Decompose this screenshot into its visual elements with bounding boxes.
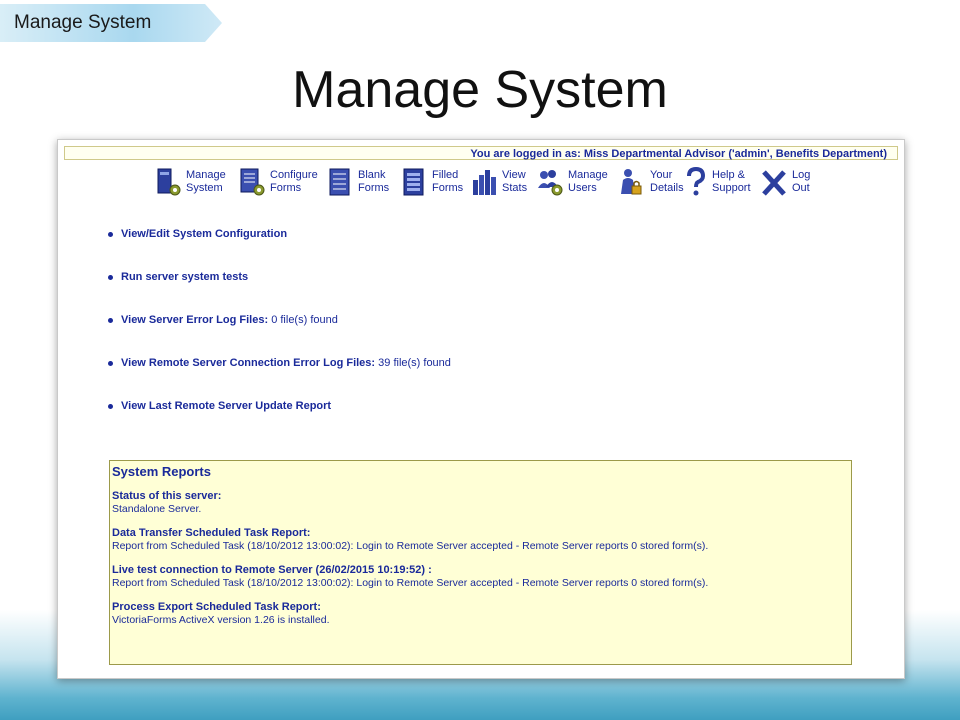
blank-forms-icon — [329, 168, 350, 196]
manage-users-icon — [538, 170, 563, 196]
configure-forms-icon — [240, 168, 265, 196]
toolbar-label-line1: Your — [650, 169, 673, 181]
filled-forms-icon — [403, 168, 424, 196]
x-logout-icon — [762, 170, 786, 196]
report-body: VictoriaForms ActiveX version 1.26 is in… — [112, 614, 330, 626]
link-extra: 0 file(s) found — [268, 314, 338, 326]
toolbar-label-line1: Filled — [432, 169, 459, 181]
user-lock-icon — [621, 169, 642, 195]
link-edit-system-configuration[interactable]: View/Edit System Configuration — [108, 228, 608, 244]
link-server-error-logs[interactable]: View Server Error Log Files: 0 file(s) f… — [108, 314, 608, 330]
report-heading: Live test connection to Remote Server (2… — [112, 564, 432, 576]
link-label: Run server system tests — [121, 271, 249, 283]
toolbar-label-line2: Forms — [270, 182, 302, 194]
stats-chart-icon — [473, 170, 496, 195]
toolbar-label-line2: System — [186, 182, 223, 194]
bullet — [108, 231, 113, 237]
report-heading: Status of this server: — [112, 490, 222, 502]
bullet — [108, 317, 113, 323]
toolbar-label-line2: Out — [792, 182, 810, 194]
toolbar-label-line1: Manage — [186, 169, 226, 181]
reports-title: System Reports — [112, 464, 211, 479]
breadcrumb-label: Manage System — [14, 12, 152, 33]
bullet — [108, 360, 113, 366]
toolbar-label-line2: Users — [568, 182, 597, 194]
toolbar-label-line1: Log — [792, 169, 811, 181]
report-body: Report from Scheduled Task (18/10/2012 1… — [112, 577, 709, 589]
toolbar-label-line2: Stats — [502, 182, 528, 194]
slide-title: Manage System — [292, 61, 668, 119]
bullet — [108, 403, 113, 409]
link-label: View/Edit System Configuration — [121, 228, 288, 240]
report-heading: Process Export Scheduled Task Report: — [112, 601, 321, 613]
app-screenshot: You are logged in as: Miss Departmental … — [57, 139, 905, 679]
link-run-server-tests[interactable]: Run server system tests — [108, 271, 608, 287]
toolbar-label-line2: Forms — [358, 182, 390, 194]
toolbar-label-line1: View — [502, 169, 526, 181]
toolbar-label-line1: Manage — [568, 169, 608, 181]
breadcrumb: Manage System — [0, 4, 222, 42]
report-body: Report from Scheduled Task (18/10/2012 1… — [112, 540, 709, 552]
toolbar-label-line1: Blank — [358, 169, 386, 181]
link-label: View Server Error Log Files: — [121, 314, 269, 326]
system-reports-panel: System Reports Status of this server: St… — [109, 460, 852, 665]
link-extra: 39 file(s) found — [375, 357, 451, 369]
report-body: Standalone Server. — [112, 503, 202, 515]
link-last-remote-update-report[interactable]: View Last Remote Server Update Report — [108, 400, 608, 416]
question-mark-icon — [687, 166, 706, 196]
login-status-bar: You are logged in as: Miss Departmental … — [64, 146, 898, 160]
toolbar-label-line2: Support — [712, 182, 751, 194]
toolbar-label-line2: Forms — [432, 182, 464, 194]
toolbar-label-line1: Configure — [270, 169, 318, 181]
report-heading: Data Transfer Scheduled Task Report: — [112, 527, 311, 539]
manage-system-icon — [157, 168, 181, 196]
toolbar-label-line1: Help & — [712, 169, 746, 181]
bullet — [108, 274, 113, 280]
link-remote-connection-error-logs[interactable]: View Remote Server Connection Error Log … — [108, 357, 608, 373]
link-label: View Last Remote Server Update Report — [121, 400, 332, 412]
link-label: View Remote Server Connection Error Log … — [121, 357, 376, 369]
toolbar-label-line2: Details — [650, 182, 684, 194]
